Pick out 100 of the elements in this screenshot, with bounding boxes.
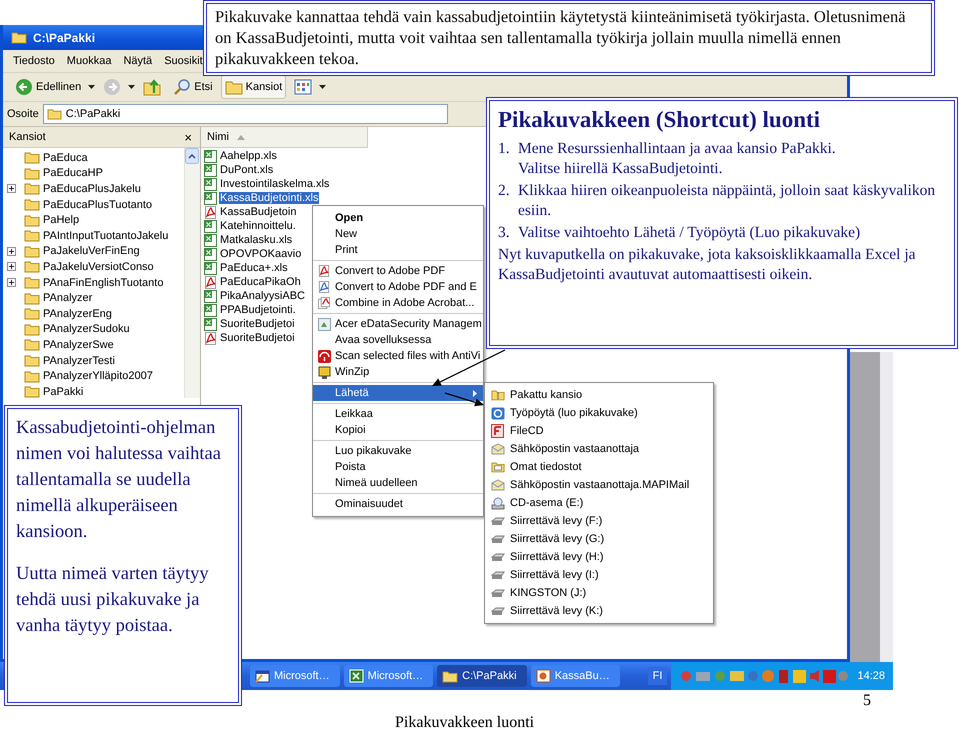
folder-up-icon <box>143 78 162 96</box>
zip-folder-icon <box>491 389 505 401</box>
expand-icon[interactable] <box>7 262 16 272</box>
file-item[interactable]: OPOVPOKaavio <box>219 248 302 260</box>
file-item[interactable]: SuoriteBudjetoi <box>219 332 296 344</box>
file-item[interactable]: PaEducaPikaOh <box>219 276 302 288</box>
spreadsheet-file-icon <box>204 164 217 176</box>
menu-item[interactable]: Siirrettävä levy (K:) <box>485 602 713 620</box>
menu-item[interactable]: Tiedosto <box>13 55 55 67</box>
folder-item[interactable]: PaEducaPlusTuotanto <box>43 198 152 211</box>
menu-item[interactable]: Muokkaa <box>66 55 112 67</box>
menu-item[interactable]: Leikkaa <box>313 406 483 422</box>
folder-icon <box>24 198 40 212</box>
step-text: Valitse hiirellä KassaBudjetointi. <box>518 159 724 179</box>
menu-item[interactable]: Omat tiedostot <box>485 458 713 476</box>
menu-item[interactable]: Ominaisuudet <box>313 496 483 512</box>
menu-item[interactable]: Sähköpostin vastaanottaja <box>485 440 713 458</box>
menu-item[interactable]: Siirrettävä levy (H:) <box>485 548 713 566</box>
folder-item[interactable]: PaEduca <box>43 152 88 164</box>
folder-item[interactable]: PaJakeluVersiotConso <box>43 260 154 273</box>
scroll-up-icon[interactable] <box>185 148 199 164</box>
folder-item[interactable]: PAnalyzerEng <box>43 308 112 320</box>
spreadsheet-file-icon <box>204 304 217 316</box>
drive-icon <box>491 606 505 616</box>
folder-item[interactable]: PAnalyzer <box>43 292 92 304</box>
file-item[interactable]: SuoriteBudjetoi <box>219 318 296 330</box>
taskbar-button[interactable]: C:\PaPakki <box>437 665 527 687</box>
menu-item[interactable]: Suosikit <box>164 55 203 67</box>
menu-item[interactable]: Convert to Adobe PDF and E <box>313 279 483 295</box>
folder-item[interactable]: PaJakeluVerFinEng <box>43 245 140 258</box>
spreadsheet-file-icon <box>204 248 217 260</box>
menu-item[interactable]: Avaa sovelluksessa <box>313 332 483 348</box>
menu-item[interactable]: Acer eDataSecurity Managem <box>313 316 483 332</box>
file-item[interactable]: Katehinnoittelu. <box>219 220 297 232</box>
toolbar-button[interactable]: Etsi <box>169 75 217 99</box>
menu-item[interactable]: Scan selected files with AntiVi <box>313 348 483 364</box>
file-item[interactable]: PaEduca+.xls <box>219 262 289 274</box>
dropdown-caret-icon[interactable] <box>319 85 326 89</box>
result-text: Nyt kuvaputkella on pikakuvake, jota kaksoisklikkaamalla Excel ja KassaBudjetointi avautuvat automaattisesti oikein. <box>498 245 917 285</box>
file-item[interactable]: Investointilaskelma.xls <box>219 178 330 190</box>
menu-item[interactable]: Kopioi <box>313 422 483 438</box>
file-item[interactable]: Aahelpp.xls <box>219 150 278 162</box>
toolbar-button[interactable]: Edellinen <box>11 75 86 99</box>
menu-item[interactable]: Sähköpostin vastaanottaja.MAPIMail <box>485 476 713 494</box>
expand-icon[interactable] <box>7 278 16 288</box>
file-item[interactable]: KassaBudjetointi.xls <box>219 192 320 204</box>
scrollbar[interactable] <box>184 148 200 398</box>
address-field[interactable]: C:\PaPakki <box>42 104 448 124</box>
toolbar-button[interactable]: Kansiot <box>220 75 286 99</box>
folder-item[interactable]: PAnalyzerYlläpito2007 <box>43 370 153 382</box>
folder-item[interactable]: PAIntInputTuotantoJakelu <box>43 230 168 242</box>
dropdown-caret-icon[interactable] <box>88 85 96 89</box>
dropdown-caret-icon[interactable] <box>128 85 136 89</box>
expand-icon[interactable] <box>7 246 16 256</box>
close-button[interactable]: × <box>184 130 192 144</box>
menu-item[interactable]: FileCD <box>485 422 713 440</box>
folder-item[interactable]: PAnalyzerSudoku <box>43 323 130 336</box>
menu-item[interactable]: Nimeä uudelleen <box>313 475 483 491</box>
menu-item[interactable]: KINGSTON (J:) <box>485 584 713 602</box>
folder-item[interactable]: PAnalyzerSwe <box>43 338 114 351</box>
menu-item[interactable]: Siirrettävä levy (G:) <box>485 530 713 548</box>
menu-item[interactable]: Poista <box>313 459 483 475</box>
spreadsheet-file-icon <box>204 290 217 302</box>
menu-item[interactable]: Print <box>313 242 483 258</box>
folder-item[interactable]: PAnalyzerTesti <box>43 354 115 367</box>
menu-item[interactable]: Näytä <box>123 55 152 67</box>
menu-item[interactable]: Convert to Adobe PDF <box>313 263 483 279</box>
taskbar-button[interactable]: Microsoft… <box>250 665 340 687</box>
menu-item[interactable]: Lähetä <box>313 385 483 401</box>
folder-item[interactable]: PaEducaPlusJakelu <box>43 182 141 195</box>
expand-icon[interactable] <box>7 184 16 194</box>
menu-item[interactable]: CD-asema (E:) <box>485 494 713 512</box>
folder-item[interactable]: PaEducaHP <box>43 167 103 180</box>
callout-title: Pikakuvakkeen (Shortcut) luonti <box>498 106 822 134</box>
menu-item[interactable]: Combine in Adobe Acrobat... <box>313 295 483 311</box>
taskbar-button[interactable]: KassaBu… <box>530 665 620 687</box>
file-item[interactable]: PPABudjetointi. <box>219 304 297 316</box>
menu-item[interactable]: Siirrettävä levy (F:) <box>485 512 713 530</box>
menu-item[interactable]: Luo pikakuvake <box>313 443 483 459</box>
spreadsheet-icon <box>348 669 364 683</box>
language-indicator[interactable]: FI <box>648 667 668 685</box>
menu-item[interactable]: Työpöytä (luo pikakuvake) <box>485 404 713 422</box>
menu-item[interactable]: Siirrettävä levy (I:) <box>485 566 713 584</box>
spreadsheet-file-icon <box>204 192 217 204</box>
file-item[interactable]: Matkalasku.xls <box>219 234 294 246</box>
tray-icons-drawing[interactable] <box>679 668 850 684</box>
taskbar-button[interactable]: Microsoft… <box>344 665 434 687</box>
file-item[interactable]: PikaAnalyysiABC <box>219 290 306 302</box>
file-item[interactable]: DuPont.xls <box>219 164 274 176</box>
folder-icon <box>24 307 40 320</box>
column-header[interactable]: Nimi <box>201 127 368 148</box>
folder-item[interactable]: PAnaFinEnglishTuotanto <box>43 276 164 289</box>
menu-item[interactable]: New <box>313 226 483 242</box>
sort-arrow-icon <box>237 134 245 140</box>
folder-item[interactable]: PaPakki <box>43 386 84 398</box>
file-item[interactable]: KassaBudjetoin <box>219 206 298 218</box>
menu-item[interactable]: Open <box>313 210 483 226</box>
menu-item[interactable]: WinZip <box>313 364 483 380</box>
folder-item[interactable]: PaHelp <box>43 214 80 226</box>
menu-item[interactable]: Pakattu kansio <box>485 386 713 404</box>
